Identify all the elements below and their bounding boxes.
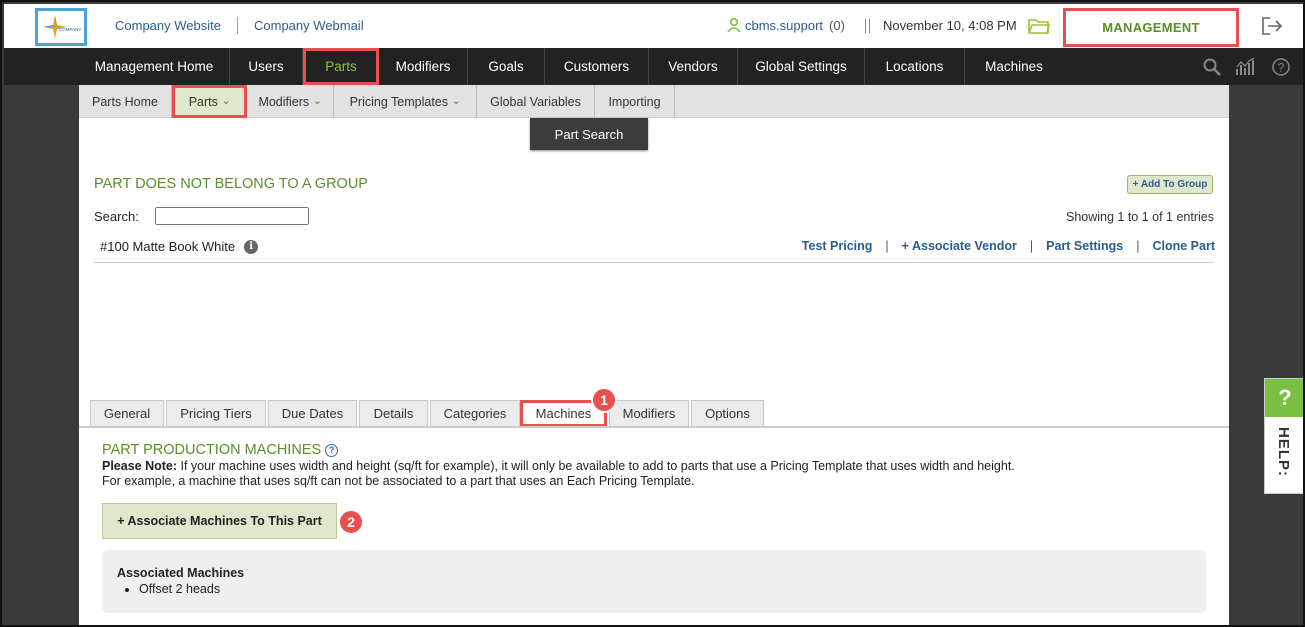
test-pricing-link[interactable]: Test Pricing [802, 239, 873, 253]
subnav-label: Pricing Templates [349, 94, 449, 109]
content-panel: Parts Home Parts ⌄ Modifiers ⌄ Pricing Tem… [79, 85, 1229, 625]
subnav-modifiers[interactable]: Modifiers ⌄ [247, 85, 334, 118]
subnav-parts-home[interactable]: Parts Home [79, 85, 172, 118]
list-item: Offset 2 heads [139, 582, 220, 596]
search-icon[interactable] [1202, 57, 1222, 77]
divider: | [885, 239, 889, 253]
management-button[interactable]: MANAGEMENT [1063, 8, 1239, 47]
associate-vendor-link[interactable]: + Associate Vendor [902, 239, 1017, 253]
note-text: For example, a machine that uses sq/ft c… [102, 474, 695, 488]
subnav-parts[interactable]: Parts ⌄ [172, 85, 247, 118]
help-label: HELP: [1275, 427, 1292, 477]
divider: | [1136, 239, 1140, 253]
subnav-label: Parts Home [92, 94, 158, 109]
top-bar: COMPANY Company Website Company Webmail … [4, 4, 1303, 48]
svg-text:?: ? [1278, 61, 1285, 75]
company-webmail-link[interactable]: Company Webmail [254, 18, 364, 33]
nav-customers[interactable]: Customers [545, 48, 649, 85]
chevron-down-icon: ⌄ [452, 96, 461, 107]
please-note: Please Note: If your machine uses width … [102, 459, 1102, 489]
divider: | [1029, 239, 1034, 253]
nav-parts[interactable]: Parts [303, 48, 379, 85]
tab-details[interactable]: Details [359, 400, 428, 426]
part-tabs: General Pricing Tiers Due Dates Details … [79, 398, 1229, 427]
company-logo[interactable]: COMPANY [35, 8, 87, 46]
entries-info: Showing 1 to 1 of 1 entries [1065, 210, 1214, 224]
search-label: Search: [94, 209, 139, 224]
help-question-icon: ? [1265, 379, 1303, 417]
tab-underline [79, 426, 1229, 428]
subnav-global-variables[interactable]: Global Variables [477, 85, 595, 118]
user-menu[interactable]: cbms.support (0) [726, 17, 845, 33]
main-nav: Management Home Users Parts Modifiers Go… [4, 48, 1303, 85]
chevron-down-icon: ⌄ [221, 96, 231, 107]
analytics-icon[interactable] [1235, 57, 1257, 77]
callout-badge: 2 [338, 509, 364, 535]
user-count: (0) [829, 17, 845, 33]
clone-part-link[interactable]: Clone Part [1152, 239, 1215, 253]
datetime: November 10, 4:08 PM [883, 18, 1017, 33]
part-search-menu-item[interactable]: Part Search [530, 118, 648, 150]
subnav-pricing-templates[interactable]: Pricing Templates ⌄ [334, 85, 477, 118]
username[interactable]: cbms.support [745, 18, 823, 33]
nav-vendors[interactable]: Vendors [649, 48, 738, 85]
section-title: PART PRODUCTION MACHINES ? [102, 442, 339, 458]
subnav-label: Parts [188, 94, 218, 109]
callout-badge: 1 [591, 387, 617, 413]
subnav-label: Global Variables [490, 94, 581, 109]
app-frame: COMPANY Company Website Company Webmail … [0, 0, 1305, 627]
tab-modifiers[interactable]: Modifiers [609, 400, 689, 426]
part-name-row: #100 Matte Book White i [100, 239, 259, 254]
help-circle-icon[interactable]: ? [1271, 57, 1291, 77]
tab-general[interactable]: General [90, 400, 164, 426]
note-text: If your machine uses width and height (s… [177, 459, 1015, 473]
sub-nav: Parts Home Parts ⌄ Modifiers ⌄ Pricing Tem… [79, 85, 1229, 118]
tab-pricing-tiers[interactable]: Pricing Tiers [166, 400, 266, 426]
tab-due-dates[interactable]: Due Dates [268, 400, 357, 426]
subnav-label: Modifiers [258, 94, 310, 109]
help-tab[interactable]: ? HELP: [1264, 378, 1303, 494]
user-icon [727, 17, 741, 33]
nav-global-settings[interactable]: Global Settings [738, 48, 865, 85]
note-label: Please Note: [102, 459, 178, 473]
svg-text:COMPANY: COMPANY [59, 27, 81, 32]
nav-locations[interactable]: Locations [865, 48, 965, 85]
associated-machines-box: Associated Machines Offset 2 heads [102, 550, 1206, 613]
company-website-link[interactable]: Company Website [115, 18, 221, 33]
part-name: #100 Matte Book White [100, 239, 236, 254]
question-icon[interactable]: ? [325, 443, 339, 457]
subnav-importing[interactable]: Importing [595, 85, 675, 118]
nav-goals[interactable]: Goals [468, 48, 545, 85]
divider [237, 17, 238, 34]
folder-icon[interactable] [1028, 16, 1050, 36]
logout-icon[interactable] [1261, 16, 1283, 36]
logo-icon: COMPANY [43, 15, 81, 39]
part-actions: Test Pricing | + Associate Vendor | Part… [802, 239, 1215, 253]
search-input[interactable] [155, 207, 309, 225]
nav-management-home[interactable]: Management Home [79, 48, 230, 85]
chevron-down-icon: ⌄ [313, 96, 322, 107]
info-icon[interactable]: i [244, 239, 259, 254]
add-to-group-button[interactable]: + Add To Group [1127, 175, 1213, 194]
tab-options[interactable]: Options [691, 400, 764, 426]
associated-machines-title: Associated Machines [117, 566, 245, 580]
subnav-label: Importing [608, 94, 661, 109]
nav-machines[interactable]: Machines [965, 48, 1063, 85]
section-title-text: PART PRODUCTION MACHINES [102, 442, 322, 458]
divider [94, 262, 1214, 263]
nav-modifiers[interactable]: Modifiers [379, 48, 468, 85]
tab-categories[interactable]: Categories [430, 400, 520, 426]
associate-machines-button[interactable]: + Associate Machines To This Part [102, 503, 337, 539]
associated-machines-list: Offset 2 heads [139, 582, 220, 596]
part-settings-link[interactable]: Part Settings [1046, 239, 1123, 253]
group-title: PART DOES NOT BELONG TO A GROUP [94, 176, 368, 192]
nav-users[interactable]: Users [230, 48, 303, 85]
divider [865, 19, 870, 33]
